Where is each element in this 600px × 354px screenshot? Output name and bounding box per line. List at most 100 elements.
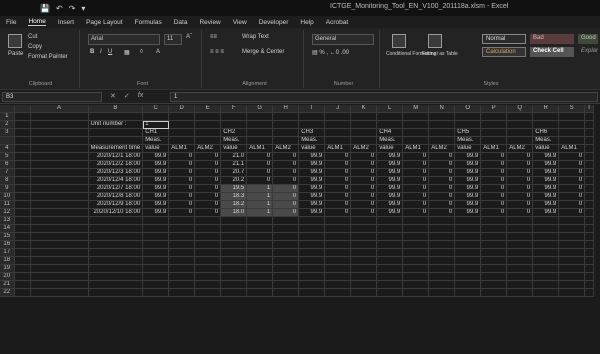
cell[interactable]: 0 (168, 168, 196, 178)
align-left-icon[interactable]: ≡ ≡ ≡ (210, 49, 224, 55)
cell[interactable]: 2020/12/4 18:00 (88, 176, 144, 186)
cell[interactable] (584, 208, 594, 218)
cell[interactable]: 1 (246, 184, 274, 194)
cell[interactable]: 2020/12/10 18:00 (88, 208, 144, 218)
cell[interactable] (532, 240, 560, 250)
cell[interactable]: 0 (168, 200, 196, 210)
cell[interactable]: 0 (350, 152, 378, 162)
cell[interactable]: 0 (506, 160, 534, 170)
cell[interactable]: 0 (428, 184, 456, 194)
cell[interactable] (272, 120, 300, 130)
row-header[interactable]: 7 (0, 168, 15, 178)
row-header[interactable]: 5 (0, 152, 15, 162)
cell[interactable] (298, 248, 326, 258)
cell[interactable] (220, 240, 248, 250)
cell[interactable] (428, 112, 456, 122)
cell[interactable] (88, 248, 144, 258)
cell[interactable] (194, 232, 222, 242)
cell[interactable] (246, 112, 274, 122)
cell[interactable] (142, 112, 170, 122)
cell[interactable] (506, 232, 534, 242)
row-header[interactable]: 1 (0, 112, 15, 122)
align-top-icon[interactable]: ≡≡ (210, 34, 217, 40)
cell[interactable] (350, 136, 378, 146)
cell[interactable]: 0 (506, 192, 534, 202)
cell[interactable] (324, 136, 352, 146)
style-bad[interactable]: Bad (530, 34, 574, 44)
cell[interactable] (584, 160, 594, 170)
cell[interactable] (402, 272, 430, 282)
cell[interactable] (168, 240, 196, 250)
cell[interactable] (584, 248, 594, 258)
cell[interactable] (480, 232, 508, 242)
cell[interactable] (506, 216, 534, 226)
cell[interactable] (376, 264, 404, 274)
column-header-h[interactable]: H (272, 105, 300, 114)
cell[interactable] (558, 288, 586, 298)
cell[interactable] (220, 264, 248, 274)
cell[interactable]: 0 (246, 176, 274, 186)
cell[interactable] (402, 216, 430, 226)
cell[interactable] (88, 280, 144, 290)
cell[interactable] (168, 256, 196, 266)
cell[interactable]: value (454, 144, 482, 154)
cell[interactable] (142, 224, 170, 234)
conditional-formatting-icon[interactable] (392, 34, 406, 48)
cell[interactable] (480, 136, 508, 146)
cell[interactable] (324, 112, 352, 122)
cell[interactable]: 0 (246, 160, 274, 170)
cell[interactable] (246, 256, 274, 266)
cell[interactable]: 99.9 (454, 200, 482, 210)
cell[interactable] (402, 264, 430, 274)
cell[interactable] (558, 272, 586, 282)
cell[interactable] (324, 120, 352, 130)
cell[interactable] (428, 288, 456, 298)
cell[interactable]: 0 (558, 168, 586, 178)
cut-button[interactable]: Cut (28, 34, 37, 40)
cell[interactable] (350, 240, 378, 250)
cell[interactable] (376, 112, 404, 122)
cell[interactable]: 99.9 (142, 192, 170, 202)
cell[interactable]: 0 (480, 200, 508, 210)
cell[interactable]: 2020/12/7 18:00 (88, 184, 144, 194)
cell[interactable]: Meas. (142, 136, 170, 146)
cell[interactable]: 0 (402, 184, 430, 194)
column-header-q[interactable]: Q (506, 105, 534, 114)
format-as-table-button[interactable]: Format as Table (422, 51, 458, 57)
cell[interactable]: 99.9 (298, 208, 326, 218)
cell[interactable] (350, 288, 378, 298)
cell[interactable] (30, 200, 89, 210)
cell[interactable] (272, 280, 300, 290)
cell[interactable]: value (376, 144, 404, 154)
cell[interactable]: 1 (246, 200, 274, 210)
cell[interactable]: 0 (168, 176, 196, 186)
cell[interactable] (272, 288, 300, 298)
enter-icon[interactable]: ✓ (124, 92, 130, 100)
cell[interactable] (350, 216, 378, 226)
cell[interactable]: 0 (428, 152, 456, 162)
cell[interactable]: 0 (350, 160, 378, 170)
font-name-select[interactable]: Arial (88, 34, 160, 45)
column-header-r[interactable]: R (532, 105, 560, 114)
save-icon[interactable]: 💾 (40, 4, 50, 13)
cell[interactable]: 0 (168, 208, 196, 218)
cell[interactable] (194, 256, 222, 266)
cell[interactable]: 99.9 (454, 184, 482, 194)
cell[interactable]: ALM1 (480, 144, 508, 154)
cell[interactable] (350, 256, 378, 266)
cell[interactable] (30, 264, 89, 274)
column-header-b[interactable]: B (88, 105, 144, 114)
cell[interactable] (220, 232, 248, 242)
percent-icon[interactable]: ▤ % , ←0 .00 (312, 49, 349, 56)
cell[interactable]: 0 (324, 168, 352, 178)
cell[interactable] (298, 120, 326, 130)
cell[interactable] (350, 264, 378, 274)
cell[interactable]: 0 (402, 160, 430, 170)
cell[interactable] (324, 288, 352, 298)
cell[interactable] (168, 224, 196, 234)
cell[interactable] (246, 128, 274, 138)
column-header-d[interactable]: D (168, 105, 196, 114)
cell[interactable] (246, 272, 274, 282)
cell[interactable] (168, 112, 196, 122)
cell[interactable]: 0 (428, 200, 456, 210)
